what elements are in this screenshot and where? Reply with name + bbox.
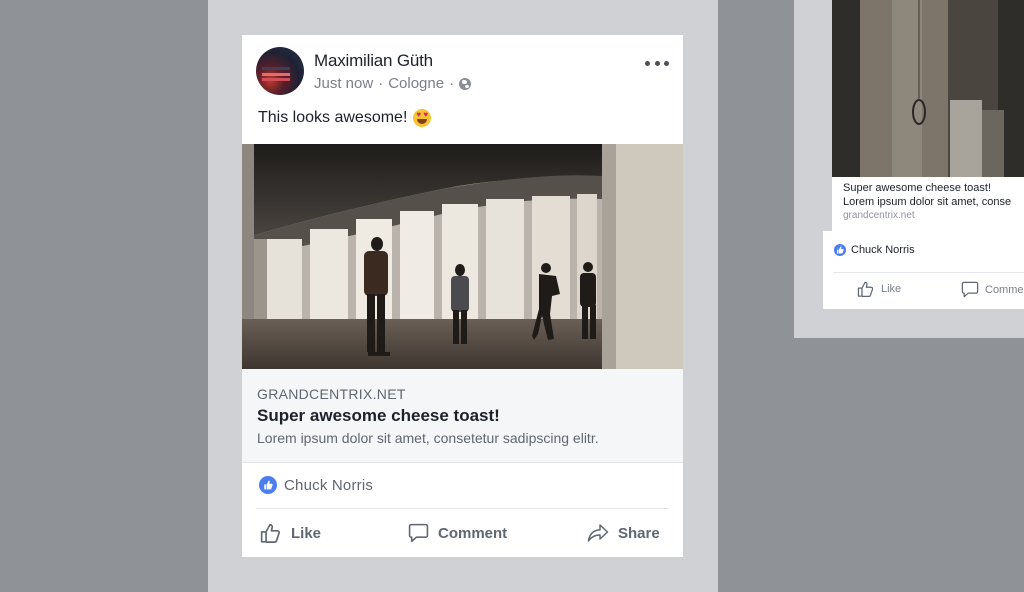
side-link-preview[interactable]: Super awesome cheese toast! Lorem ipsum … <box>832 177 1024 231</box>
side-comment-icon <box>961 281 979 298</box>
side-like-button[interactable]: Like <box>857 281 901 297</box>
comment-button[interactable]: Comment <box>408 523 507 543</box>
author-name[interactable]: Maximilian Güth <box>314 51 433 71</box>
globe-icon[interactable] <box>459 77 472 90</box>
side-card-footer: Chuck Norris Like Comme <box>823 231 1024 309</box>
side-link-domain: grandcentrix.net <box>843 210 915 221</box>
side-thumbs-up-icon <box>834 244 846 256</box>
post-meta: Just now · Cologne · <box>314 75 472 92</box>
heart-eyes-emoji-icon <box>413 109 432 127</box>
side-reactions[interactable]: Chuck Norris <box>834 244 915 256</box>
post-location[interactable]: Cologne <box>388 75 444 92</box>
link-preview[interactable]: GRANDCENTRIX.NET Super awesome cheese to… <box>242 369 683 463</box>
reaction-summary[interactable]: Chuck Norris <box>259 476 373 494</box>
share-label: Share <box>618 524 660 542</box>
post-card: Maximilian Güth Just now · Cologne · Thi… <box>242 35 683 557</box>
side-like-label: Like <box>881 283 902 295</box>
like-button[interactable]: Like <box>260 523 321 543</box>
share-icon <box>587 524 609 542</box>
side-divider <box>833 272 1024 273</box>
side-link-title: Super awesome cheese toast! <box>843 182 991 194</box>
post-time[interactable]: Just now <box>314 75 373 92</box>
comment-icon <box>408 523 429 543</box>
link-description: Lorem ipsum dolor sit amet, consetetur s… <box>257 430 599 446</box>
side-comment-button[interactable]: Comme <box>961 281 1024 298</box>
reaction-names: Chuck Norris <box>284 476 374 494</box>
thumbs-up-icon <box>259 476 277 494</box>
share-button[interactable]: Share <box>587 523 660 543</box>
actions-divider <box>256 508 669 509</box>
post-status: This looks awesome! <box>258 109 432 127</box>
comment-label: Comment <box>438 524 508 542</box>
side-post-photo <box>832 0 1024 177</box>
side-reaction-name: Chuck Norris <box>851 244 915 256</box>
link-title: Super awesome cheese toast! <box>257 406 500 425</box>
side-like-icon <box>857 281 874 297</box>
author-avatar[interactable] <box>256 47 304 95</box>
more-options-icon[interactable] <box>645 53 669 73</box>
like-icon <box>260 523 280 543</box>
status-text: This looks awesome! <box>258 109 408 126</box>
post-photo[interactable] <box>242 144 683 369</box>
meta-separator: · <box>378 75 384 92</box>
side-link-description: Lorem ipsum dolor sit amet, conse <box>843 196 1012 208</box>
meta-separator: · <box>449 75 455 92</box>
link-domain: GRANDCENTRIX.NET <box>257 386 406 402</box>
side-comment-label: Comme <box>985 283 1024 296</box>
like-label: Like <box>291 524 322 542</box>
